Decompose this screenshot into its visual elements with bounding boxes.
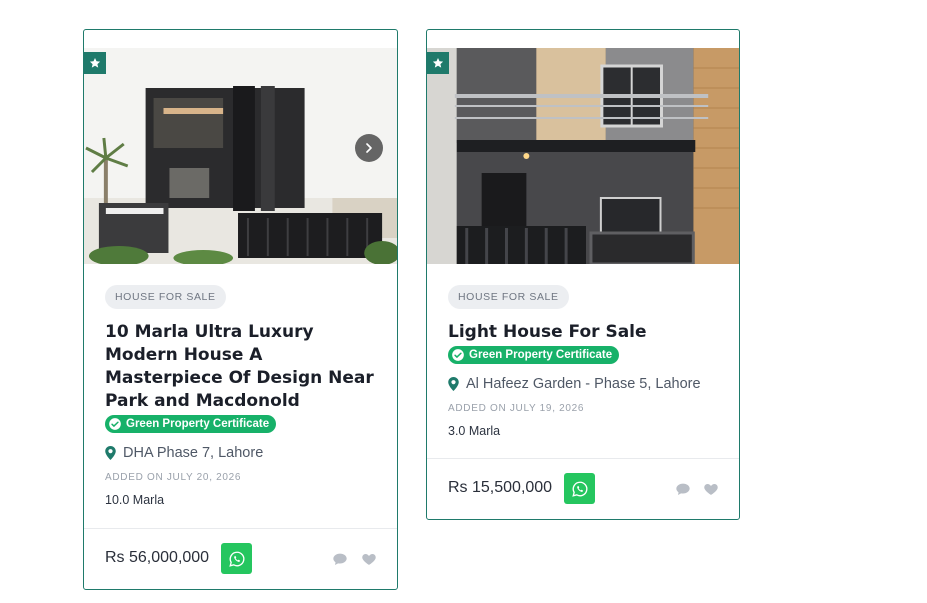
check-circle-icon xyxy=(109,418,121,430)
green-certificate-badge: Green Property Certificate xyxy=(448,346,620,364)
listing-footer: Rs 56,000,000 xyxy=(84,528,397,589)
heart-icon[interactable] xyxy=(361,551,377,567)
listing-photo[interactable] xyxy=(84,48,397,264)
listing-details: HOUSE FOR SALE 10 Marla Ultra Luxury Mod… xyxy=(105,285,381,507)
whatsapp-button[interactable] xyxy=(221,543,252,574)
heart-icon[interactable] xyxy=(703,481,719,497)
location-text: Al Hafeez Garden - Phase 5, Lahore xyxy=(466,376,701,392)
listing-location: DHA Phase 7, Lahore xyxy=(105,445,381,461)
listing-area: 10.0 Marla xyxy=(105,493,165,507)
location-text: DHA Phase 7, Lahore xyxy=(123,445,264,461)
listing-type-tag: HOUSE FOR SALE xyxy=(105,285,226,309)
whatsapp-icon xyxy=(571,481,587,497)
whatsapp-icon xyxy=(228,551,244,567)
listing-price: Rs 56,000,000 xyxy=(105,549,210,566)
comment-icon[interactable] xyxy=(675,481,691,497)
listing-card[interactable]: HOUSE FOR SALE 10 Marla Ultra Luxury Mod… xyxy=(83,29,398,590)
certificate-label: Green Property Certificate xyxy=(469,349,613,361)
listing-title[interactable]: Light House For Sale xyxy=(448,321,723,344)
green-certificate-badge: Green Property Certificate xyxy=(105,415,277,433)
certificate-label: Green Property Certificate xyxy=(126,418,270,430)
listing-area: 3.0 Marla xyxy=(448,424,501,438)
listing-title[interactable]: 10 Marla Ultra Luxury Modern House A Mas… xyxy=(105,321,381,413)
listing-card[interactable]: HOUSE FOR SALE Light House For Sale Gree… xyxy=(426,29,740,520)
featured-star-icon xyxy=(84,52,106,74)
listing-photo[interactable] xyxy=(427,48,739,264)
listing-type-tag: HOUSE FOR SALE xyxy=(448,285,569,309)
comment-icon[interactable] xyxy=(332,551,348,567)
map-pin-icon xyxy=(105,446,116,460)
whatsapp-button[interactable] xyxy=(564,473,595,504)
map-pin-icon xyxy=(448,377,459,391)
listing-price: Rs 15,500,000 xyxy=(448,479,553,496)
added-date: ADDED ON JULY 20, 2026 xyxy=(105,472,242,483)
chevron-right-icon xyxy=(366,143,372,153)
featured-star-icon xyxy=(427,52,449,74)
listing-details: HOUSE FOR SALE Light House For Sale Gree… xyxy=(448,285,723,438)
next-image-button[interactable] xyxy=(355,134,383,162)
check-circle-icon xyxy=(452,349,464,361)
listing-footer: Rs 15,500,000 xyxy=(427,458,739,519)
added-date: ADDED ON JULY 19, 2026 xyxy=(448,403,585,414)
listing-location: Al Hafeez Garden - Phase 5, Lahore xyxy=(448,376,723,392)
